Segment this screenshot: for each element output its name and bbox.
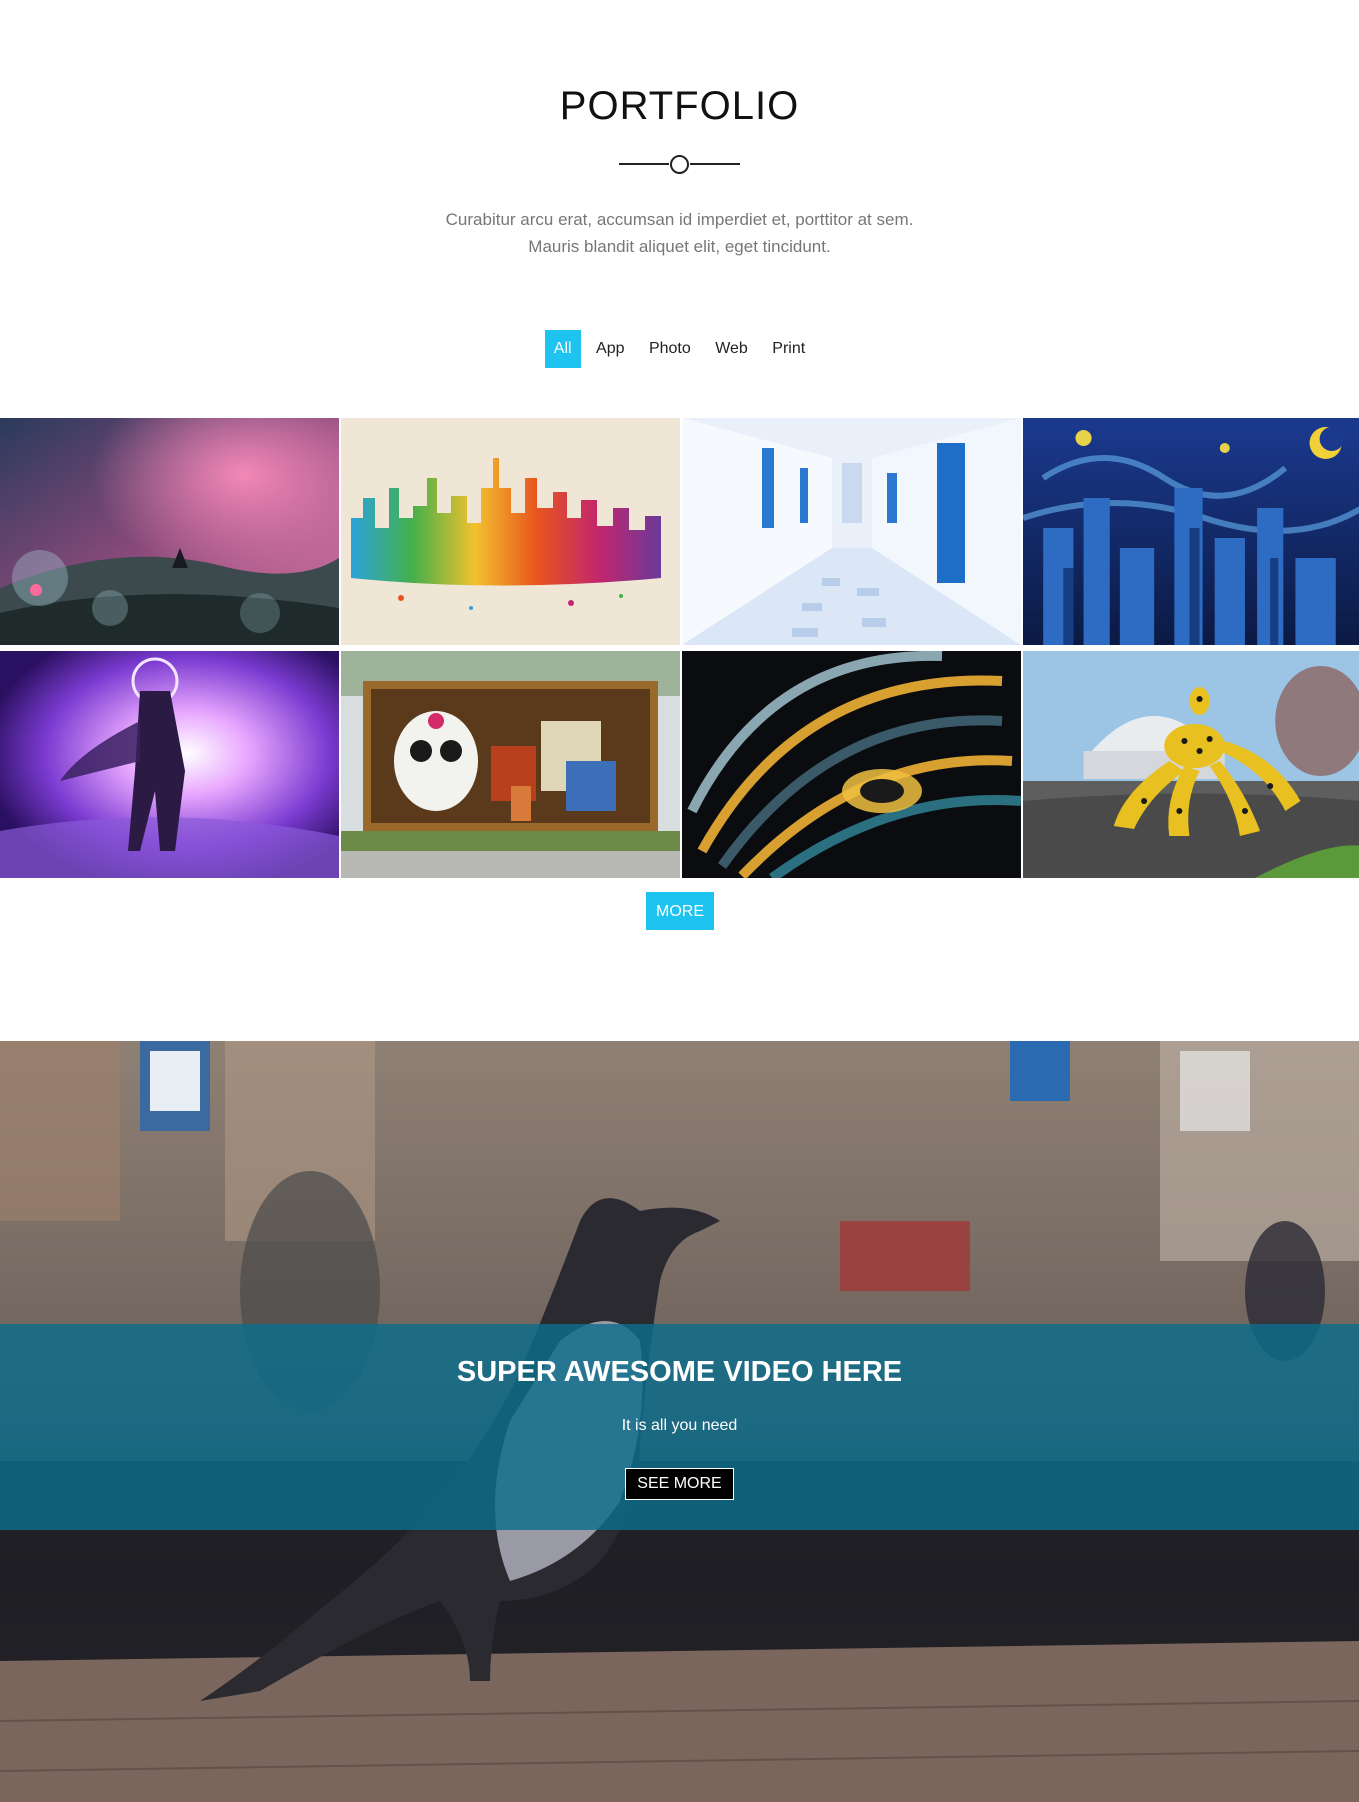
page: PORTFOLIO Curabitur arcu erat, accumsan … (0, 0, 1359, 1802)
portfolio-tile-watercolor-skyline[interactable] (341, 418, 680, 645)
intro-line-2: Mauris blandit aliquet elit, eget tincid… (528, 237, 831, 256)
video-subtitle: It is all you need (621, 1417, 738, 1434)
starry-city-image (1023, 418, 1359, 645)
portfolio-filters: All App Photo Web Print (0, 330, 1359, 368)
portfolio-tile-fantasy-night[interactable] (0, 418, 339, 645)
fantasy-night-image (0, 418, 339, 645)
intro-line-1: Curabitur arcu erat, accumsan id imperdi… (445, 210, 914, 229)
portfolio-tile-spiral-architecture[interactable] (682, 651, 1021, 878)
video-banner: SUPER AWESOME VIDEO HERE It is all you n… (0, 1324, 1359, 1530)
skull-container-image (341, 651, 680, 878)
spiral-architecture-image (682, 651, 1021, 878)
white-alley-image (682, 418, 1021, 645)
portfolio-grid (0, 418, 1359, 878)
divider-line-right (690, 163, 740, 165)
see-more-button[interactable]: SEE MORE (625, 1468, 734, 1500)
glowing-astronaut-image (0, 651, 339, 878)
divider-line-left (619, 163, 669, 165)
page-title: PORTFOLIO (559, 84, 800, 128)
portfolio-tile-white-alley[interactable] (682, 418, 1021, 645)
filter-all[interactable]: All (544, 330, 581, 368)
filter-print[interactable]: Print (763, 330, 814, 368)
intro-text: Curabitur arcu erat, accumsan id imperdi… (0, 206, 1359, 260)
more-button[interactable]: MORE (646, 892, 714, 930)
portfolio-tile-starry-city[interactable] (1023, 418, 1359, 645)
video-section: SUPER AWESOME VIDEO HERE It is all you n… (0, 1041, 1359, 1802)
watercolor-skyline-image (341, 418, 680, 645)
filter-app[interactable]: App (587, 330, 633, 368)
portfolio-tile-glowing-astronaut[interactable] (0, 651, 339, 878)
divider-circle-icon (670, 155, 689, 174)
portfolio-tile-polka-sculpture[interactable] (1023, 651, 1359, 878)
video-title: SUPER AWESOME VIDEO HERE (456, 1356, 903, 1388)
filter-photo[interactable]: Photo (640, 330, 700, 368)
polka-sculpture-image (1023, 651, 1359, 878)
filter-web[interactable]: Web (706, 330, 757, 368)
title-divider (619, 153, 740, 175)
portfolio-tile-skull-container[interactable] (341, 651, 680, 878)
